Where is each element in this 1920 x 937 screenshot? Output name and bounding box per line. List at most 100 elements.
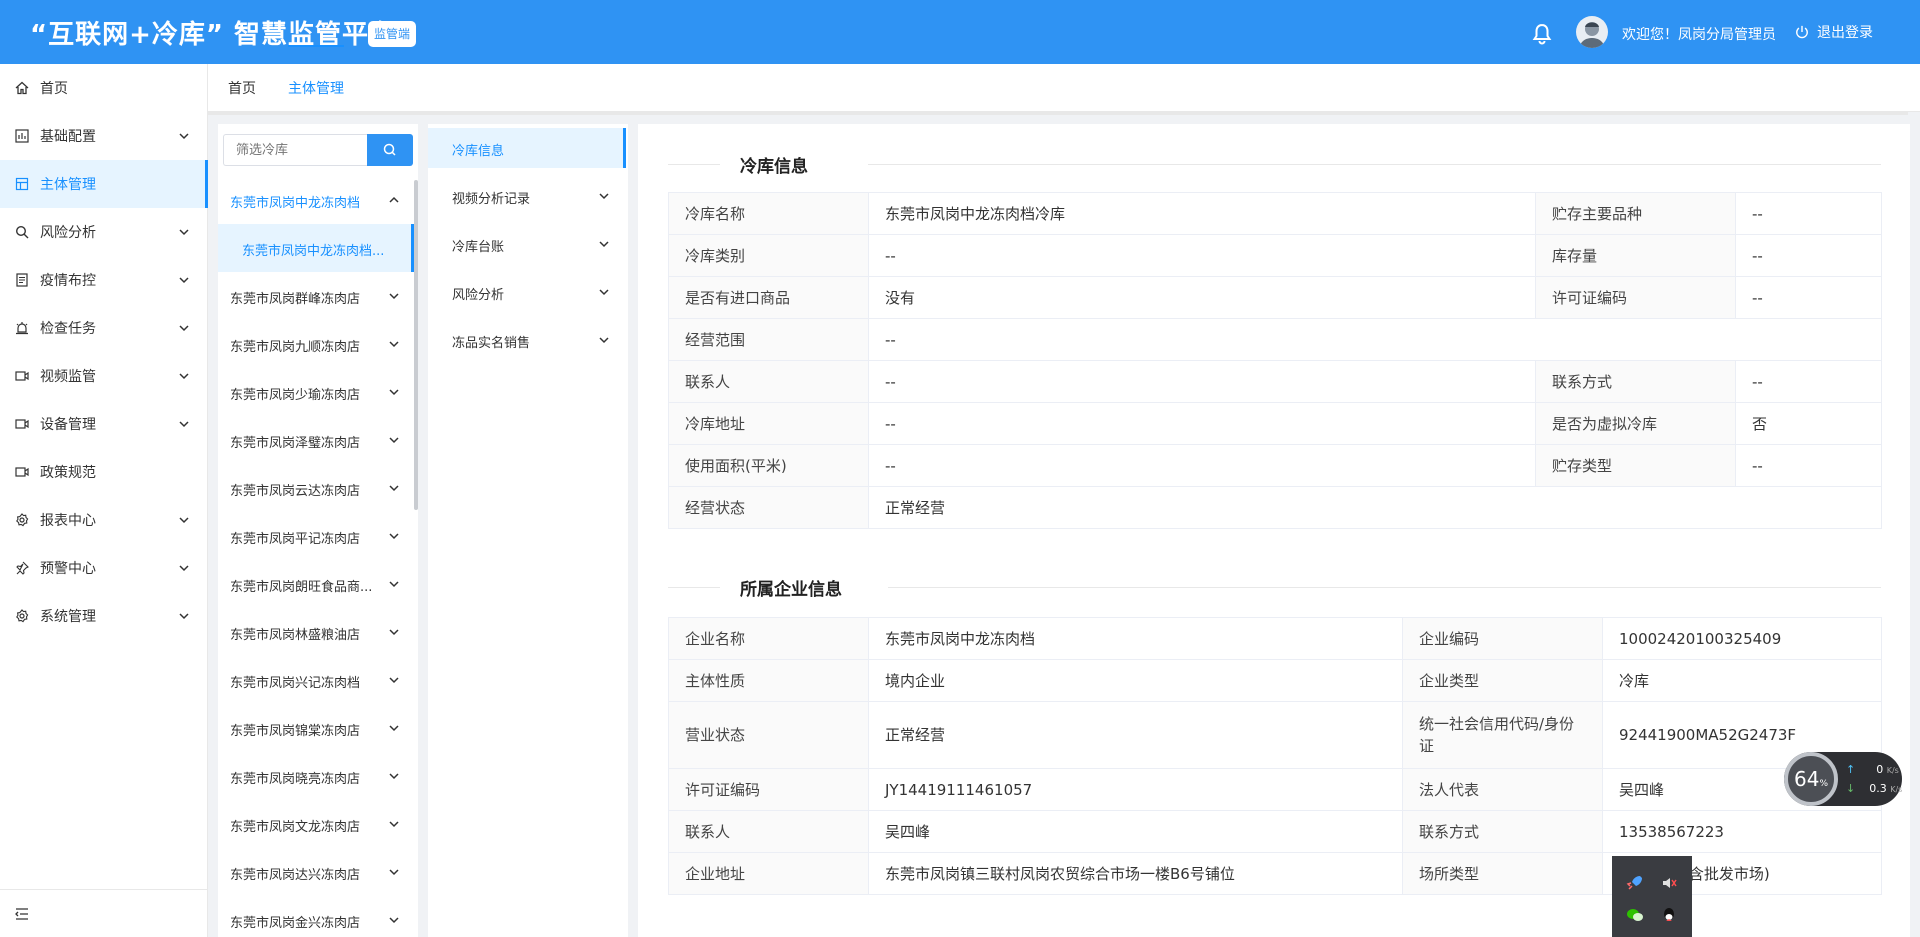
avatar[interactable] [1576,16,1608,48]
category-coldstore-info[interactable]: 冷库信息 [428,128,626,168]
field-label: 冷库类别 [668,234,869,277]
sidebar-item-inspection-tasks[interactable]: 检查任务 [0,304,208,352]
scrollbar-thumb[interactable] [414,180,418,510]
list-item[interactable]: 东莞市凤岗文龙冻肉店 [218,800,414,848]
logout-label: 退出登录 [1817,25,1873,41]
table-row: 主体性质 境内企业 企业类型 冷库 [668,659,1882,702]
sidebar-item-policy[interactable]: 政策规范 [0,448,208,496]
bell-icon[interactable] [1530,22,1554,46]
tab-entity-management[interactable]: 主体管理 [288,78,344,98]
field-label: 经营状态 [668,486,869,529]
list-item[interactable]: 东莞市凤岗九顺冻肉店 [218,320,414,368]
sidebar-item-home[interactable]: 首页 [0,64,208,112]
field-value: 东莞市凤岗中龙冻肉档 [868,617,1403,660]
rocket-icon[interactable] [1626,874,1644,892]
list-item[interactable]: 东莞市凤岗兴记冻肉档 [218,656,414,704]
list-item[interactable]: 东莞市凤岗晓亮冻肉店 [218,752,414,800]
role-badge: 监管端 [368,21,417,47]
search-input[interactable] [223,134,367,166]
sidebar-item-label: 视频监管 [40,369,96,385]
list-item[interactable]: 东莞市凤岗达兴冻肉店 [218,848,414,896]
field-value: 否 [1735,402,1882,445]
chevron-down-icon [599,241,609,248]
table-row: 冷库类别 -- 库存量 -- [668,234,1882,277]
table-row: 冷库地址 -- 是否为虚拟冷库 否 [668,402,1882,445]
field-value: 吴四峰 [868,810,1403,853]
logout-button[interactable]: 退出登录 [1795,22,1873,42]
field-value: 正常经营 [868,701,1403,769]
field-label: 贮存主要品种 [1535,192,1736,235]
field-label: 营业状态 [668,701,869,769]
store-name: 东莞市凤岗少瑜冻肉店 [230,388,361,403]
chevron-down-icon [179,133,189,140]
sidebar-item-epidemic-control[interactable]: 疫情布控 [0,256,208,304]
table-row: 联系人 -- 联系方式 -- [668,360,1882,403]
tab-home[interactable]: 首页 [228,78,256,98]
sidebar: 首页 基础配置 主体管理 风险分析 疫情布控 检查任务 视频监管 设备管理 政策… [0,64,208,937]
field-value: -- [868,444,1536,487]
menu-collapse-icon[interactable] [14,906,30,922]
sidebar-item-label: 预警中心 [40,561,96,577]
sidebar-item-label: 主体管理 [40,177,96,193]
category-ledger[interactable]: 冷库台账 [428,220,626,268]
table-row: 使用面积(平米) -- 贮存类型 -- [668,444,1882,487]
store-name: 东莞市凤岗林盛粮油店 [230,628,361,643]
network-speed-widget[interactable]: 64% ↑ 0 K/s ↓ 0.3 K/s [1784,752,1902,806]
table-row: 联系人 吴四峰 联系方式 13538567223 [668,810,1882,853]
chevron-down-icon [389,629,399,636]
category-video-analysis[interactable]: 视频分析记录 [428,172,626,220]
search-button[interactable] [367,134,413,166]
list-item[interactable]: 东莞市凤岗朗旺食品商... [218,560,414,608]
divider [868,164,1881,165]
chevron-down-icon [389,341,399,348]
table-row: 是否有进口商品 没有 许可证编码 -- [668,276,1882,319]
detail-panel: 冷库信息 冷库名称 东莞市凤岗中龙冻肉档冷库 贮存主要品种 -- 冷库类别 --… [638,124,1910,937]
field-label: 是否有进口商品 [668,276,869,319]
sidebar-item-entity-management[interactable]: 主体管理 [0,160,208,208]
building-icon [15,177,29,191]
category-label: 冻品实名销售 [452,336,531,351]
qq-icon[interactable] [1660,906,1678,924]
list-item[interactable]: 东莞市凤岗云达冻肉店 [218,464,414,512]
table-row: 营业状态 正常经营 统一社会信用代码/身份证 92441900MA52G2473… [668,701,1882,769]
list-item[interactable]: 东莞市凤岗锦棠冻肉店 [218,704,414,752]
field-value: 13538567223 [1602,810,1882,853]
store-item-parent[interactable]: 东莞市凤岗中龙冻肉档 [218,176,414,224]
search-icon [383,143,396,156]
chevron-down-icon [389,581,399,588]
chevron-down-icon [179,565,189,572]
list-item[interactable]: 东莞市凤岗林盛粮油店 [218,608,414,656]
sidebar-item-video-supervision[interactable]: 视频监管 [0,352,208,400]
speaker-muted-icon[interactable] [1660,874,1678,892]
wechat-icon[interactable] [1626,906,1644,924]
table-row: 冷库名称 东莞市凤岗中龙冻肉档冷库 贮存主要品种 -- [668,192,1882,235]
field-value: 冷库 [1602,659,1882,702]
sidebar-item-label: 设备管理 [40,417,96,433]
field-value: -- [1735,276,1882,319]
list-item[interactable]: 东莞市凤岗平记冻肉店 [218,512,414,560]
sidebar-item-report-center[interactable]: 报表中心 [0,496,208,544]
field-value: -- [868,234,1536,277]
sidebar-item-device-management[interactable]: 设备管理 [0,400,208,448]
power-icon [1796,25,1808,39]
store-name: 东莞市凤岗朗旺食品商... [230,580,373,595]
store-item-selected[interactable]: 东莞市凤岗中龙冻肉档... [218,224,414,272]
sidebar-item-warning-center[interactable]: 预警中心 [0,544,208,592]
list-item[interactable]: 东莞市凤岗金兴冻肉店 [218,896,414,937]
coldstore-info-table: 冷库名称 东莞市凤岗中龙冻肉档冷库 贮存主要品种 -- 冷库类别 -- 库存量 … [668,192,1882,529]
system-tray-popup [1612,856,1692,937]
list-item[interactable]: 东莞市凤岗泽璧冻肉店 [218,416,414,464]
category-real-name-sales[interactable]: 冻品实名销售 [428,316,626,364]
sidebar-item-risk-analysis[interactable]: 风险分析 [0,208,208,256]
chevron-down-icon [389,485,399,492]
category-risk-analysis[interactable]: 风险分析 [428,268,626,316]
field-label: 贮存类型 [1535,444,1736,487]
sidebar-item-system-management[interactable]: 系统管理 [0,592,208,640]
list-item[interactable]: 东莞市凤岗少瑜冻肉店 [218,368,414,416]
chevron-down-icon [389,437,399,444]
sidebar-item-basic-config[interactable]: 基础配置 [0,112,208,160]
field-label: 联系方式 [1402,810,1603,853]
list-item[interactable]: 东莞市凤岗群峰冻肉店 [218,272,414,320]
sidebar-item-label: 基础配置 [40,129,96,145]
policy-icon [15,467,29,477]
